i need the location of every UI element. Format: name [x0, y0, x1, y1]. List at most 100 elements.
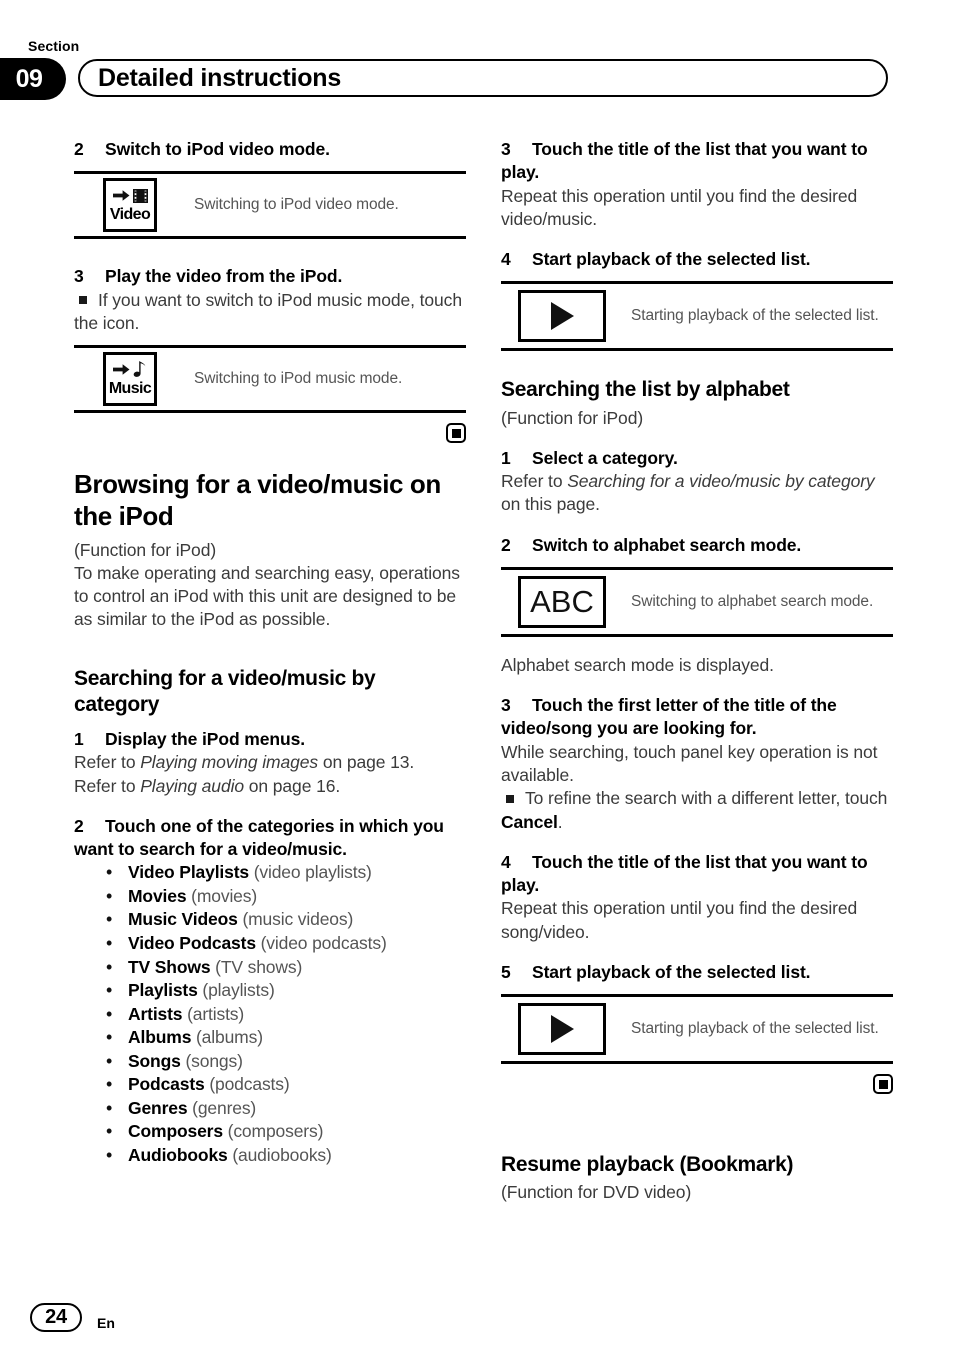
step-number: 5 — [501, 961, 511, 982]
play-key[interactable] — [518, 1003, 606, 1056]
category-name: Video Playlists — [128, 862, 249, 883]
abc-key-cell: ABC — [501, 575, 623, 628]
step-text: Switch to iPod video mode. — [105, 139, 330, 159]
list-item[interactable]: Playlists (playlists) — [106, 978, 466, 1003]
list-item[interactable]: Artists (artists) — [106, 1002, 466, 1027]
category-name: TV Shows — [128, 956, 211, 977]
end-marker-row — [74, 423, 466, 444]
abc-key-description: Switching to alphabet search mode. — [631, 592, 874, 610]
alphabet-step-3-heading: 3 Touch the first letter of the title of … — [501, 694, 893, 741]
play-key-table-2: Starting playback of the selected list. — [501, 994, 893, 1065]
category-desc: (albums) — [196, 1027, 263, 1048]
category-name: Composers — [128, 1121, 223, 1142]
category-step-4-heading: 4 Start playback of the selected list. — [501, 248, 893, 271]
end-marker-row — [501, 1074, 893, 1095]
manual-page: Section 09 Detailed instructions 2 Switch… — [0, 0, 954, 1352]
end-of-section-marker-icon — [446, 423, 466, 444]
category-name: Music Videos — [128, 909, 238, 930]
category-desc: (genres) — [192, 1097, 257, 1118]
category-desc: (music videos) — [242, 909, 354, 930]
left-column: 2 Switch to iPod video mode. Video Switc… — [74, 138, 466, 1167]
refer-prefix: Refer to — [74, 752, 141, 773]
list-item[interactable]: Video Playlists (video playlists) — [106, 860, 466, 885]
refer-suffix: on page 13. — [318, 752, 415, 773]
video-key-icons — [112, 188, 148, 208]
list-item[interactable]: Podcasts (podcasts) — [106, 1072, 466, 1097]
step-number: 4 — [501, 249, 511, 270]
step-text: Select a category. — [532, 447, 678, 468]
music-key-cell: Music — [74, 352, 186, 407]
section-number-tab: 09 — [0, 58, 66, 100]
alphabet-search-key[interactable]: ABC — [518, 575, 606, 628]
alphabet-step-5-heading: 5 Start playback of the selected list. — [501, 961, 893, 984]
category-desc: (playlists) — [202, 980, 275, 1001]
video-key-description: Switching to iPod video mode. — [194, 196, 399, 214]
abc-key-table: ABC Switching to alphabet search mode. — [501, 566, 893, 637]
right-column: 3 Touch the title of the list that you wa… — [501, 138, 893, 1205]
video-key-cell: Video — [74, 178, 186, 233]
section-label: Section — [28, 38, 80, 54]
step-2-heading: 2 Switch to iPod video mode. — [74, 138, 466, 161]
play-key-table-1: Starting playback of the selected list. — [501, 281, 893, 352]
category-name: Audiobooks — [128, 1144, 228, 1165]
step-number: 1 — [74, 729, 84, 750]
note-text: If you want to switch to iPod music mode… — [74, 289, 462, 333]
square-bullet-icon — [79, 295, 87, 304]
list-item[interactable]: Movies (movies) — [106, 884, 466, 909]
category-step-1-refer-2: Refer to Playing audio on page 16. — [74, 775, 466, 798]
list-item[interactable]: Albums (albums) — [106, 1025, 466, 1050]
square-bullet-icon — [506, 794, 514, 803]
list-item[interactable]: TV Shows (TV shows) — [106, 955, 466, 980]
step-text: Touch the title of the list that you wan… — [501, 139, 868, 183]
page-number: 24 — [30, 1303, 82, 1332]
list-item[interactable]: Genres (genres) — [106, 1096, 466, 1121]
step-number: 3 — [74, 266, 84, 287]
resume-playback-note: (Function for DVD video) — [501, 1182, 692, 1203]
alphabet-step-4-body: Repeat this operation until you find the… — [501, 898, 858, 942]
category-desc: (composers) — [227, 1121, 324, 1142]
music-key-label: Music — [108, 380, 152, 398]
category-step-1-refer-1: Refer to Playing moving images on page 1… — [74, 751, 466, 774]
category-list: Video Playlists (video playlists) Movies… — [74, 860, 466, 1168]
category-step-3-body: Repeat this operation until you find the… — [501, 185, 858, 229]
category-name: Video Podcasts — [128, 932, 256, 953]
play-key-description: Starting playback of the selected list. — [631, 307, 879, 325]
list-item[interactable]: Songs (songs) — [106, 1049, 466, 1074]
music-mode-key[interactable]: Music — [103, 352, 157, 407]
category-name: Movies — [128, 885, 187, 906]
category-name: Artists — [128, 1003, 183, 1024]
step-text: Touch the first letter of the title of t… — [501, 695, 837, 739]
category-step-2-heading: 2 Touch one of the categories in which yo… — [74, 815, 466, 862]
film-strip-icon — [132, 188, 148, 208]
category-desc: (TV shows) — [215, 956, 303, 977]
list-item[interactable]: Video Podcasts (video podcasts) — [106, 931, 466, 956]
music-key-icons — [113, 361, 147, 382]
step-number: 2 — [74, 139, 84, 159]
category-desc: (video playlists) — [253, 862, 372, 883]
refer-suffix: on this page. — [501, 494, 600, 515]
list-item[interactable]: Music Videos (music videos) — [106, 907, 466, 932]
step-text: Display the iPod menus. — [105, 729, 305, 750]
refer-prefix: Refer to — [501, 471, 568, 492]
video-mode-key[interactable]: Video — [103, 178, 157, 233]
refer-italic: Playing audio — [140, 775, 244, 796]
list-item[interactable]: Composers (composers) — [106, 1119, 466, 1144]
step-text: Start playback of the selected list. — [532, 249, 811, 270]
resume-playback-heading: Resume playback (Bookmark) — [501, 1153, 794, 1177]
step-text: Touch one of the categories in which you… — [74, 815, 444, 860]
section-number: 09 — [15, 65, 43, 93]
play-key[interactable] — [518, 290, 606, 343]
category-name: Podcasts — [128, 1074, 205, 1095]
note-suffix: . — [557, 811, 563, 832]
step-number: 4 — [501, 851, 511, 872]
refer-prefix: Refer to — [74, 775, 141, 796]
category-desc: (artists) — [187, 1003, 245, 1024]
page-title: Detailed instructions — [98, 64, 342, 92]
refer-italic: Searching for a video/music by category — [567, 471, 875, 492]
list-item[interactable]: Audiobooks (audiobooks) — [106, 1143, 466, 1168]
category-step-3-heading: 3 Touch the title of the list that you wa… — [501, 138, 893, 185]
category-desc: (podcasts) — [209, 1074, 290, 1095]
step-number: 1 — [501, 447, 511, 468]
play-key-cell — [501, 1003, 623, 1056]
step-number: 3 — [501, 139, 511, 159]
